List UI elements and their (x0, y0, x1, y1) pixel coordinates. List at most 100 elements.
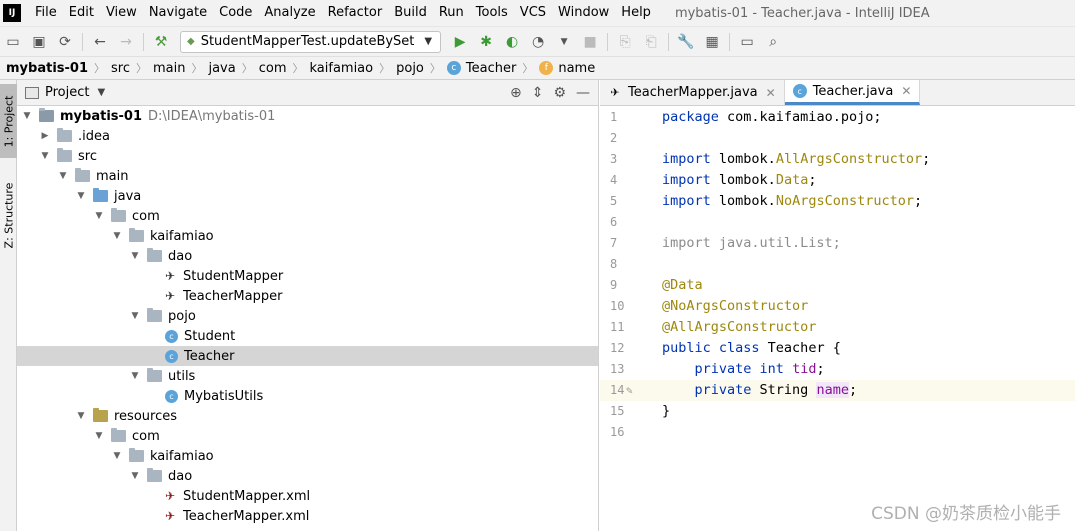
tree-item[interactable]: ▼ utils (17, 366, 598, 386)
tree-item[interactable]: ▼ com (17, 426, 598, 446)
tree-item[interactable]: ▼ com (17, 206, 598, 226)
tree-item[interactable]: ▼ java (17, 186, 598, 206)
tree-item-selected[interactable]: ▶ c Teacher (17, 346, 598, 366)
build-hammer-icon[interactable]: ⚒ (149, 30, 173, 54)
breadcrumb-item[interactable]: src (111, 61, 130, 76)
class-icon: c (165, 349, 178, 363)
expanded-arrow-icon[interactable]: ▼ (39, 151, 51, 161)
line-number-current: 14 ✎ (600, 380, 656, 401)
save-all-icon[interactable]: ▣ (27, 30, 51, 54)
code-area[interactable]: 1 2 3 4 5 6 7 8 9 10 11 12 13 14 ✎ 15 16 … (600, 107, 1075, 531)
line-number: 1 (610, 110, 618, 124)
expanded-arrow-icon[interactable]: ▼ (75, 191, 87, 201)
expanded-arrow-icon[interactable]: ▼ (129, 251, 141, 261)
expanded-arrow-icon[interactable]: ▼ (93, 431, 105, 441)
breadcrumb-item-field[interactable]: f name (539, 61, 595, 76)
search-icon[interactable]: ⌕ (761, 30, 785, 54)
vcs-commit-icon[interactable]: ⎗ (639, 30, 663, 54)
code-text[interactable]: package com.kaifamiao.pojo; import lombo… (656, 107, 1075, 531)
tree-item[interactable]: ▼ kaifamiao (17, 446, 598, 466)
tree-item[interactable]: ▶ c MybatisUtils (17, 386, 598, 406)
breadcrumb-item[interactable]: com (259, 61, 287, 76)
forward-arrow-icon[interactable]: → (114, 30, 138, 54)
collapsed-arrow-icon[interactable]: ▶ (39, 131, 51, 141)
sync-icon[interactable]: ⟳ (53, 30, 77, 54)
tab-teacher[interactable]: c Teacher.java ✕ (784, 80, 921, 105)
close-icon[interactable]: ✕ (766, 86, 776, 100)
tree-item[interactable]: ▼ kaifamiao (17, 226, 598, 246)
coverage-icon[interactable]: ◐ (500, 30, 524, 54)
tree-item[interactable]: ▶ ✈ TeacherMapper (17, 286, 598, 306)
breadcrumb-item[interactable]: pojo (396, 61, 424, 76)
collapse-all-icon[interactable]: ⇕ (532, 85, 544, 101)
expanded-arrow-icon[interactable]: ▼ (129, 311, 141, 321)
editor: ✈ TeacherMapper.java ✕ c Teacher.java ✕ … (600, 80, 1075, 531)
profile-icon[interactable]: ◔ (526, 30, 550, 54)
tree-item[interactable]: ▼ dao (17, 246, 598, 266)
project-panel-title[interactable]: Project (45, 85, 89, 100)
expanded-arrow-icon[interactable]: ▼ (111, 451, 123, 461)
tree-item[interactable]: ▶ c Student (17, 326, 598, 346)
tree-item[interactable]: ▶ ✈ StudentMapper (17, 266, 598, 286)
tree-item[interactable]: ▼ mybatis-01 D:\IDEA\mybatis-01 (17, 106, 598, 126)
menu-edit[interactable]: Edit (63, 0, 100, 26)
project-tool-tab[interactable]: 1: Project (0, 84, 17, 158)
expanded-arrow-icon[interactable]: ▼ (75, 411, 87, 421)
project-structure-icon[interactable]: ▦ (700, 30, 724, 54)
expanded-arrow-icon[interactable]: ▼ (21, 111, 33, 121)
class-icon: c (165, 329, 178, 343)
editor-tabs: ✈ TeacherMapper.java ✕ c Teacher.java ✕ (600, 80, 1075, 106)
close-icon[interactable]: ✕ (901, 84, 911, 98)
debug-bug-icon[interactable]: ✱ (474, 30, 498, 54)
run-icon[interactable]: ▶ (448, 30, 472, 54)
expanded-arrow-icon[interactable]: ▼ (129, 371, 141, 381)
settings-wrench-icon[interactable]: 🔧 (674, 30, 698, 54)
vcs-update-icon[interactable]: ⎘ (613, 30, 637, 54)
tab-teacher-mapper[interactable]: ✈ TeacherMapper.java ✕ (600, 80, 785, 105)
gear-icon[interactable]: ⚙ (553, 85, 566, 101)
breadcrumb-item[interactable]: mybatis-01 (6, 61, 88, 76)
line-number: 10 (610, 299, 625, 313)
menu-bar: IJ File Edit View Navigate Code Analyze … (0, 0, 1075, 26)
tree-item[interactable]: ▼ resources (17, 406, 598, 426)
menu-window[interactable]: Window (552, 0, 615, 26)
chevron-down-icon[interactable]: ▼ (552, 30, 576, 54)
menu-build[interactable]: Build (388, 0, 433, 26)
menu-file[interactable]: File (29, 0, 63, 26)
menu-vcs[interactable]: VCS (514, 0, 552, 26)
menu-run[interactable]: Run (433, 0, 470, 26)
tree-item[interactable]: ▼ src (17, 146, 598, 166)
expanded-arrow-icon[interactable]: ▼ (111, 231, 123, 241)
breadcrumb-item[interactable]: main (153, 61, 185, 76)
menu-navigate[interactable]: Navigate (143, 0, 213, 26)
tree-item[interactable]: ▶ ✈ TeacherMapper.xml (17, 506, 598, 526)
stop-icon[interactable]: ■ (578, 30, 602, 54)
main-toolbar: ▭ ▣ ⟳ ← → ⚒ ◆ StudentMapperTest.updateBy… (0, 26, 1075, 56)
menu-analyze[interactable]: Analyze (258, 0, 321, 26)
tree-item[interactable]: ▼ dao (17, 466, 598, 486)
expanded-arrow-icon[interactable]: ▼ (57, 171, 69, 181)
presentation-icon[interactable]: ▭ (735, 30, 759, 54)
menu-code[interactable]: Code (213, 0, 258, 26)
menu-tools[interactable]: Tools (470, 0, 514, 26)
expanded-arrow-icon[interactable]: ▼ (129, 471, 141, 481)
menu-refactor[interactable]: Refactor (322, 0, 389, 26)
chevron-down-icon[interactable]: ▼ (97, 87, 105, 98)
menu-view[interactable]: View (100, 0, 143, 26)
tree-item[interactable]: ▶ .idea (17, 126, 598, 146)
run-config-select[interactable]: ◆ StudentMapperTest.updateBySet ▼ (180, 30, 442, 53)
breadcrumb-item[interactable]: kaifamiao (309, 61, 373, 76)
menu-help[interactable]: Help (615, 0, 657, 26)
back-arrow-icon[interactable]: ← (88, 30, 112, 54)
minimize-icon[interactable]: — (576, 85, 590, 101)
tree-item[interactable]: ▼ pojo (17, 306, 598, 326)
open-folder-icon[interactable]: ▭ (1, 30, 25, 54)
breadcrumb-item-class[interactable]: c Teacher (446, 61, 516, 76)
expanded-arrow-icon[interactable]: ▼ (93, 211, 105, 221)
locate-crosshair-icon[interactable]: ⊕ (510, 85, 522, 101)
tree-item[interactable]: ▼ main (17, 166, 598, 186)
breadcrumb-item[interactable]: java (208, 61, 235, 76)
tree-item[interactable]: ▶ ✈ StudentMapper.xml (17, 486, 598, 506)
structure-tool-tab[interactable]: Z: Structure (0, 170, 17, 260)
